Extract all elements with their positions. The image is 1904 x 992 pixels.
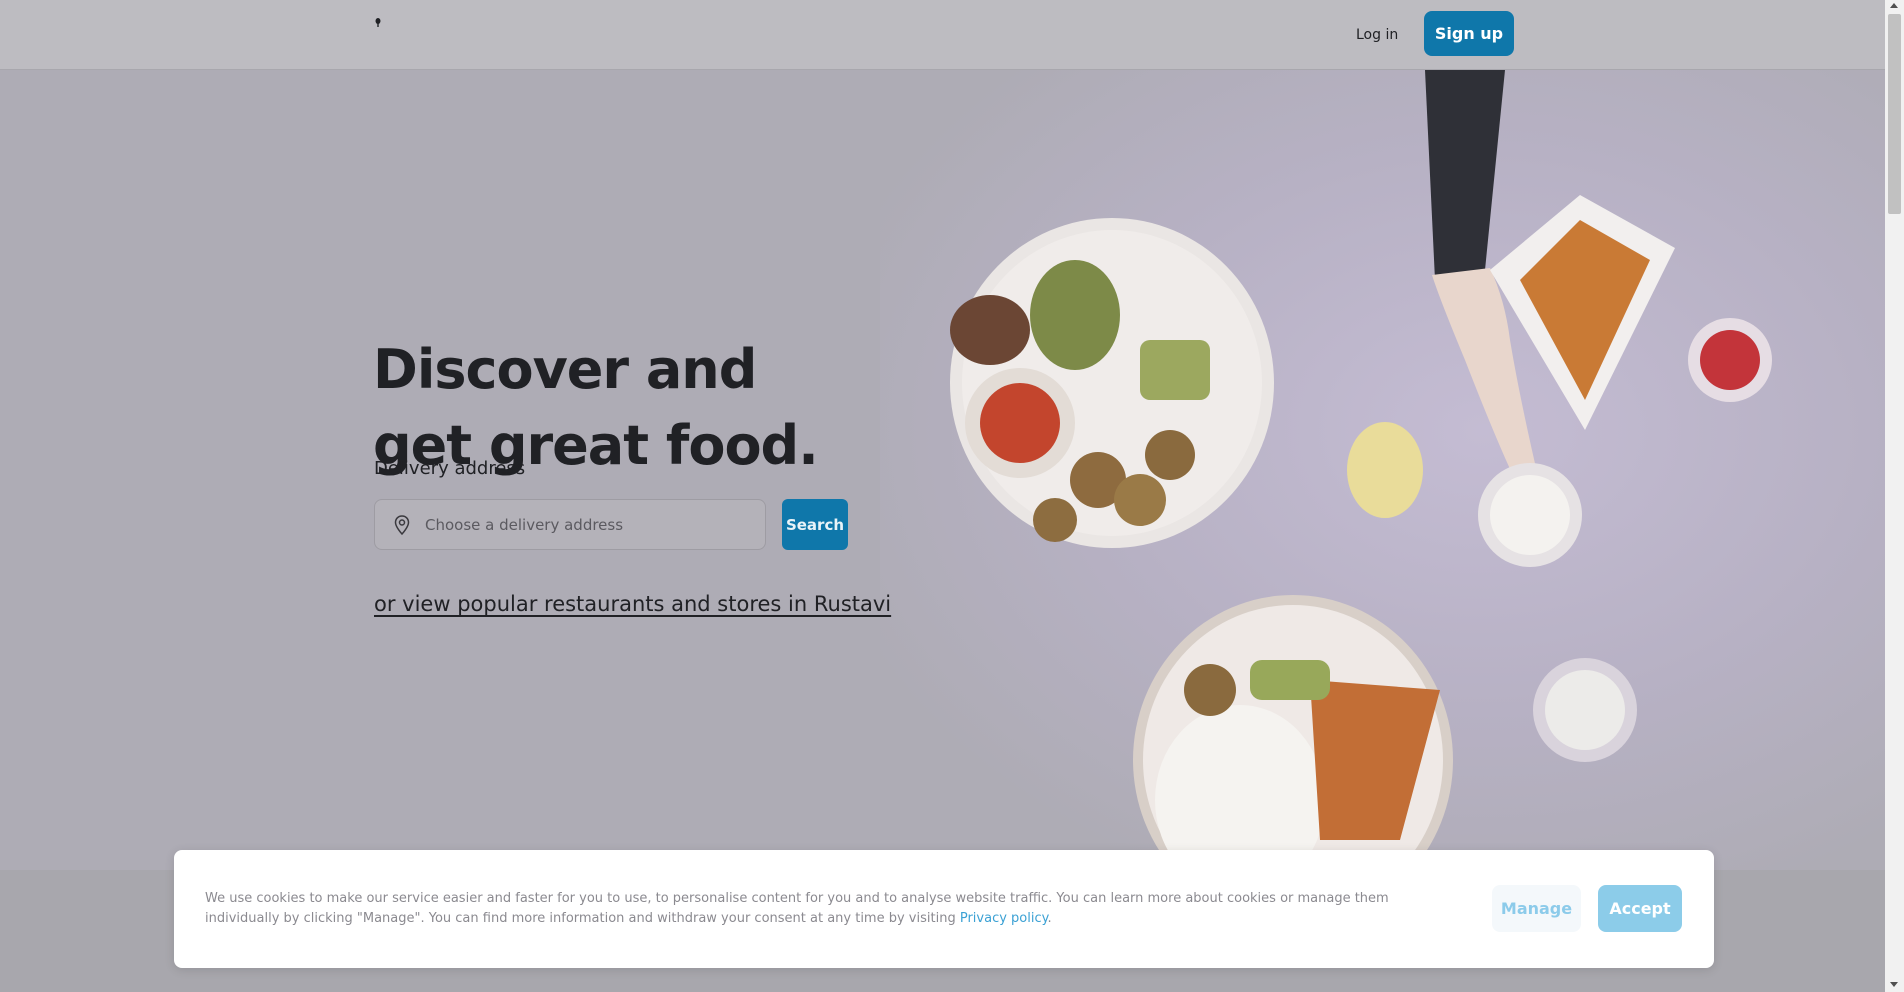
delivery-address-label: Delivery address	[374, 458, 526, 479]
signup-button[interactable]: Sign up	[1424, 11, 1514, 56]
falafel-5	[1184, 664, 1236, 716]
location-pin-icon	[394, 515, 410, 536]
login-button[interactable]: Log in	[1348, 22, 1406, 48]
falafel-2	[1114, 474, 1166, 526]
cookie-banner: We use cookies to make our service easie…	[174, 850, 1714, 968]
search-button[interactable]: Search	[782, 499, 848, 550]
top-nav: Log in Sign up	[0, 0, 1885, 70]
headline-line-1: Discover and	[373, 338, 757, 401]
cookie-message: We use cookies to make our service easie…	[205, 891, 1389, 926]
page: Log in Sign up Discover and get great fo…	[0, 0, 1885, 992]
vertical-scrollbar[interactable]	[1885, 0, 1904, 992]
salad	[1140, 340, 1210, 400]
falafel-4	[1033, 498, 1077, 542]
sleeve-shape	[1425, 70, 1505, 280]
chili	[1700, 330, 1760, 390]
address-input[interactable]	[425, 500, 755, 549]
yogurt	[1490, 475, 1570, 555]
lemon	[1347, 422, 1423, 518]
scroll-down-arrow-icon[interactable]	[1890, 982, 1898, 987]
food-hero-image	[880, 70, 1885, 870]
falafel-3	[1145, 430, 1195, 480]
accept-cookies-button[interactable]: Accept	[1598, 885, 1682, 932]
tabbouleh	[1030, 260, 1120, 370]
manage-cookies-button[interactable]: Manage	[1492, 885, 1581, 932]
logo-icon[interactable]	[375, 18, 381, 27]
address-field[interactable]	[374, 499, 766, 550]
food-illustration	[950, 70, 1772, 870]
scrollbar-thumb[interactable]	[1888, 14, 1901, 214]
hero-section: Discover and get great food.	[0, 70, 1885, 870]
dip	[1545, 670, 1625, 750]
salad-2	[1250, 660, 1330, 700]
cookie-text: We use cookies to make our service easie…	[205, 891, 1389, 926]
popular-restaurants-link[interactable]: or view popular restaurants and stores i…	[374, 592, 891, 616]
salsa	[980, 383, 1060, 463]
scroll-up-arrow-icon[interactable]	[1890, 3, 1898, 8]
privacy-policy-link[interactable]: Privacy policy	[960, 911, 1048, 926]
eggplant	[950, 295, 1030, 365]
